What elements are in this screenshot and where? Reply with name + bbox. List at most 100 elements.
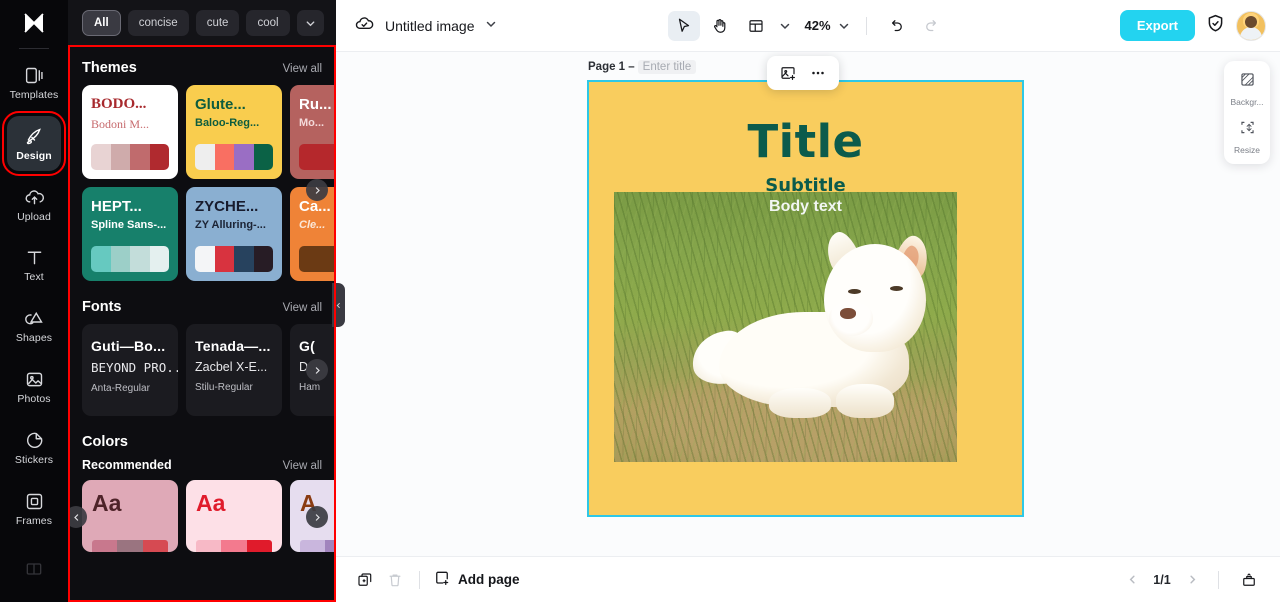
bottom-divider	[419, 571, 420, 589]
sidebar-item-label: Shapes	[16, 333, 52, 344]
rail-divider	[19, 48, 49, 49]
color-card-swatches	[92, 540, 168, 552]
shield-check-icon[interactable]	[1205, 13, 1226, 39]
panel-scroll-region[interactable]: Themes View all BODO... Bodoni M...	[68, 46, 336, 602]
colors-title: Colors	[82, 434, 128, 450]
color-card-swatches	[196, 540, 272, 552]
theme-swatches	[195, 144, 273, 170]
color-card[interactable]: Aa	[186, 480, 282, 552]
design-body-text[interactable]: Body text	[589, 198, 1022, 216]
font-card-line3: Anta-Regular	[91, 383, 169, 394]
page-indicator: 1/1	[1149, 573, 1175, 587]
text-icon	[24, 247, 45, 268]
export-button[interactable]: Export	[1120, 10, 1195, 41]
undo-icon[interactable]	[880, 11, 912, 41]
theme-card[interactable]: Ca... Cle...	[290, 187, 336, 281]
document-title[interactable]: Untitled image	[385, 18, 475, 34]
filter-chip-cool[interactable]: cool	[246, 10, 289, 36]
zoom-level[interactable]: 42%	[804, 18, 830, 33]
capcut-logo-icon[interactable]	[0, 0, 68, 46]
sidebar-item-shapes[interactable]: Shapes	[7, 298, 61, 354]
themes-row-2: HEPT... Spline Sans-... ZYCHE... ZY Allu…	[82, 187, 336, 281]
theme-card[interactable]: HEPT... Spline Sans-...	[82, 187, 178, 281]
sidebar-item-stickers[interactable]: Stickers	[7, 420, 61, 476]
font-card-line2: Zacbel X-E...	[195, 360, 273, 374]
colors-recommended-label: Recommended	[82, 458, 172, 472]
theme-card[interactable]: Ru... Mo...	[290, 85, 336, 179]
topbar-left: Untitled image	[354, 13, 497, 39]
design-canvas[interactable]: Title Subtitle Body text	[587, 80, 1024, 517]
next-page-button[interactable]	[1181, 569, 1203, 591]
prev-page-button[interactable]	[1121, 569, 1143, 591]
canvas-float-toolbar	[767, 56, 839, 90]
color-card[interactable]: Aa	[82, 480, 178, 552]
theme-card[interactable]: BODO... Bodoni M...	[82, 85, 178, 179]
top-toolbar: Untitled image	[336, 0, 1280, 52]
design-icon	[24, 126, 45, 147]
theme-card-head: ZYCHE...	[195, 199, 273, 215]
sidebar-item-design[interactable]: Design	[7, 116, 61, 172]
themes-view-all[interactable]: View all	[283, 63, 322, 75]
sidebar-item-more[interactable]	[7, 541, 61, 597]
theme-card[interactable]: ZYCHE... ZY Alluring-...	[186, 187, 282, 281]
filter-chip-cute[interactable]: cute	[196, 10, 240, 36]
page-title-input[interactable]: Enter title	[638, 60, 697, 74]
filter-chip-concise[interactable]: concise	[128, 10, 189, 36]
sidebar-item-frames[interactable]: Frames	[7, 480, 61, 536]
filter-chip-bar: All concise cute cool	[68, 0, 336, 46]
theme-card[interactable]: Glute... Baloo-Reg...	[186, 85, 282, 179]
image-plus-icon[interactable]	[775, 60, 801, 86]
page-grid-icon[interactable]	[1234, 566, 1264, 594]
fonts-view-all[interactable]: View all	[283, 302, 322, 314]
zoom-caret-icon[interactable]	[835, 11, 853, 41]
theme-card-head: BODO...	[91, 97, 169, 113]
filter-chip-all[interactable]: All	[82, 10, 121, 36]
sidebar-item-upload[interactable]: Upload	[7, 176, 61, 232]
sidebar-item-label: Upload	[17, 212, 51, 223]
shapes-icon	[24, 308, 45, 329]
photos-icon	[24, 369, 45, 390]
trash-icon[interactable]	[380, 566, 410, 594]
ellipsis-icon[interactable]	[805, 60, 831, 86]
canvas-area[interactable]: Page 1 –Enter title Title	[336, 52, 1280, 556]
fonts-next-arrow[interactable]	[306, 359, 328, 381]
sidebar-item-templates[interactable]: Templates	[7, 55, 61, 111]
themes-next-arrow[interactable]	[306, 179, 328, 201]
sidebar-item-text[interactable]: Text	[7, 237, 61, 293]
templates-icon	[24, 65, 45, 86]
sidebar-item-label: Templates	[10, 90, 59, 101]
chevron-down-icon[interactable]	[297, 10, 324, 36]
layout-grid-icon[interactable]	[740, 11, 772, 41]
canvas-right-panel: Backgr... Resize	[1224, 61, 1270, 164]
color-card-swatches	[300, 540, 336, 552]
font-card[interactable]: Guti—Bo... BEYOND PRO... Anta-Regular	[82, 324, 178, 416]
add-page-button[interactable]: Add page	[433, 569, 520, 590]
toolbar-divider	[866, 17, 867, 35]
cloud-saved-icon[interactable]	[354, 13, 375, 39]
add-page-icon	[433, 569, 451, 590]
cursor-arrow-icon[interactable]	[668, 11, 700, 41]
panel-collapse-handle[interactable]	[332, 283, 345, 327]
background-button[interactable]: Backgr...	[1224, 70, 1270, 107]
colors-view-all[interactable]: View all	[283, 460, 322, 472]
duplicate-page-icon[interactable]	[350, 566, 380, 594]
colors-row-wrap: Aa Aa A	[68, 480, 336, 552]
dog-snout	[829, 302, 873, 336]
design-title-text[interactable]: Title	[589, 119, 1022, 164]
colors-section-header: Colors	[68, 416, 336, 452]
fonts-row-wrap: Guti—Bo... BEYOND PRO... Anta-Regular Te…	[68, 324, 336, 416]
bottom-bar: Add page 1/1	[336, 556, 1280, 602]
redo-icon[interactable]	[916, 11, 948, 41]
design-photo[interactable]	[614, 192, 957, 462]
chevron-down-icon[interactable]	[485, 18, 497, 33]
resize-button[interactable]: Resize	[1224, 118, 1270, 155]
sidebar-item-photos[interactable]: Photos	[7, 359, 61, 415]
font-card[interactable]: Tenada—... Zacbel X-E... Stilu-Regular	[186, 324, 282, 416]
resize-icon	[1238, 118, 1257, 142]
layout-caret-icon[interactable]	[776, 11, 794, 41]
colors-next-arrow[interactable]	[306, 506, 328, 528]
user-avatar[interactable]	[1236, 11, 1266, 41]
sidebar-item-label: Stickers	[15, 455, 53, 466]
background-icon	[1238, 70, 1257, 94]
hand-icon[interactable]	[704, 11, 736, 41]
